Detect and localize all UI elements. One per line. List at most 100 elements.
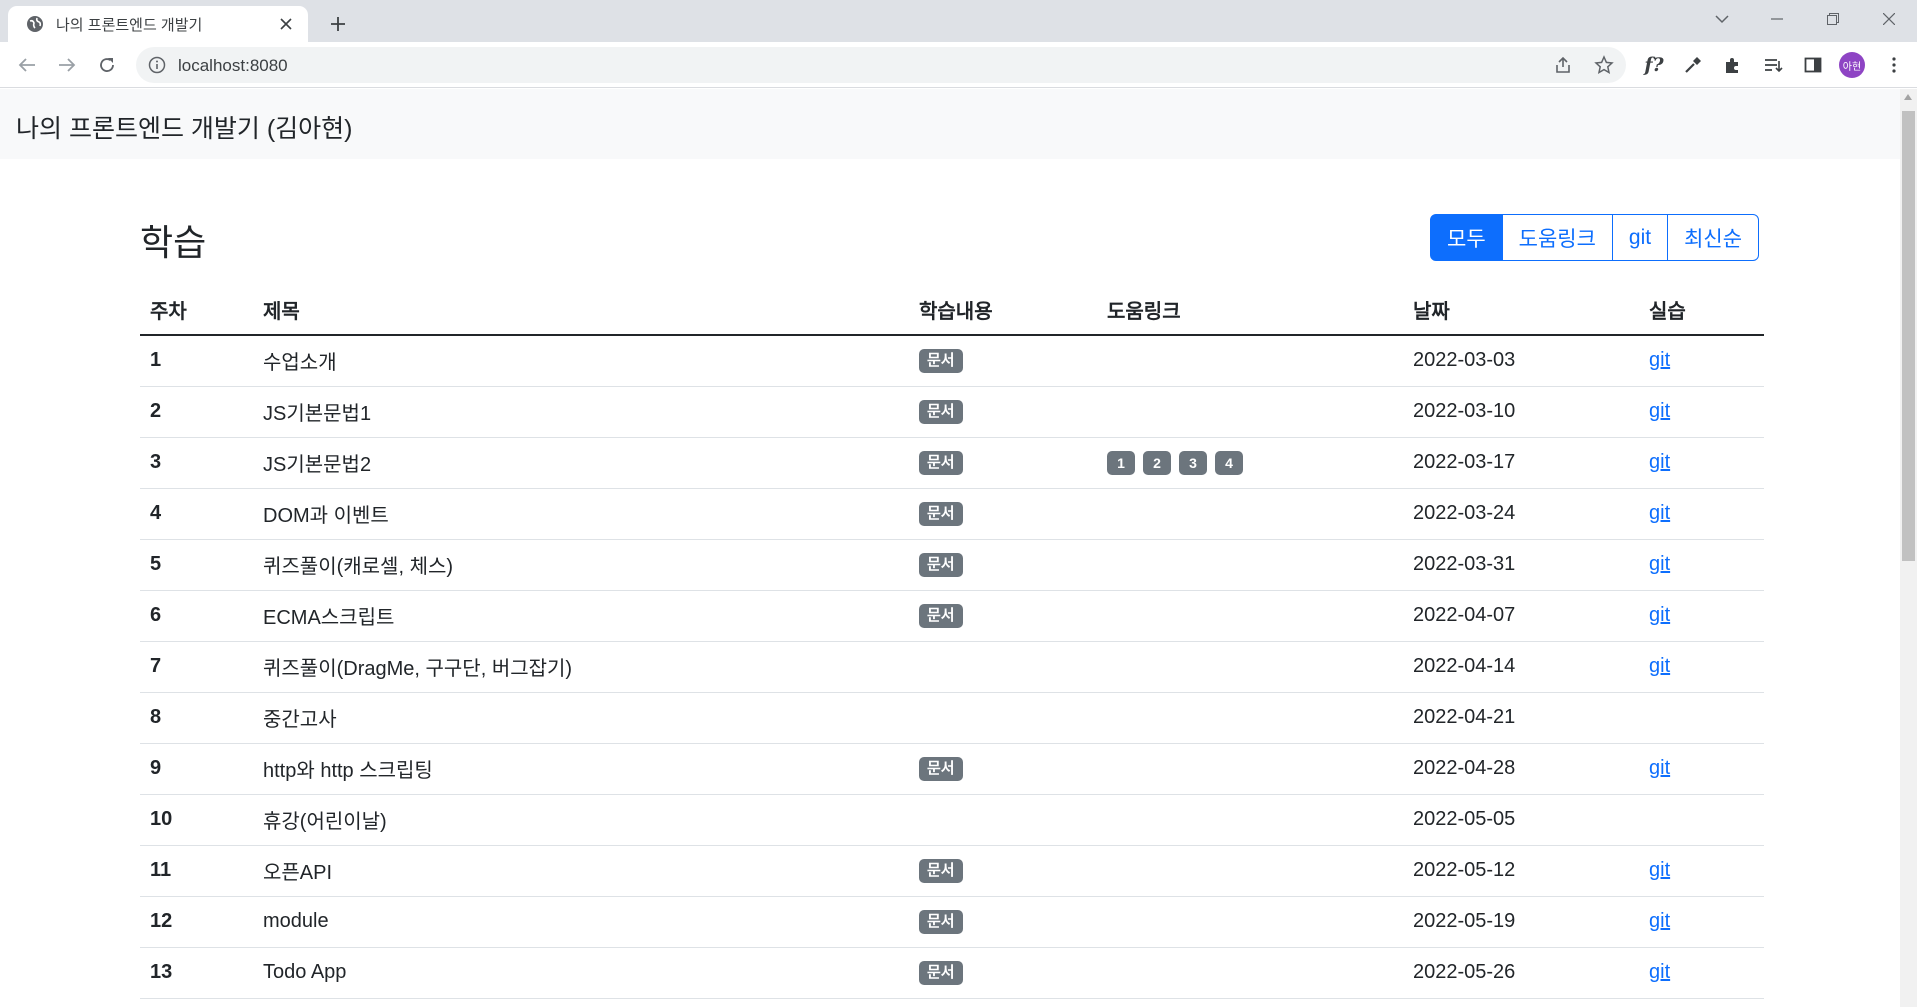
minimize-button[interactable]: [1755, 6, 1799, 32]
side-panel-icon[interactable]: [1799, 51, 1827, 79]
practice-cell: git: [1639, 641, 1764, 693]
eyedropper-icon[interactable]: [1679, 51, 1707, 79]
forward-arrow-icon[interactable]: [52, 50, 82, 80]
document-badge[interactable]: 문서: [919, 757, 963, 781]
title-cell: 휴강(어린이날): [253, 794, 909, 846]
week-cell: 10: [140, 794, 253, 846]
document-badge[interactable]: 문서: [919, 553, 963, 577]
title-cell: JS기본문법1: [253, 386, 909, 438]
practice-cell: git: [1639, 386, 1764, 438]
content-cell: 문서: [909, 539, 1097, 591]
git-link[interactable]: git: [1649, 400, 1670, 422]
extensions-puzzle-icon[interactable]: [1719, 51, 1747, 79]
week-cell: 8: [140, 692, 253, 744]
back-arrow-icon[interactable]: [12, 50, 42, 80]
filter-all-button[interactable]: 모두: [1430, 214, 1503, 261]
document-badge[interactable]: 문서: [919, 451, 963, 475]
title-cell: ECMA스크립트: [253, 590, 909, 642]
filter-links-button[interactable]: 도움링크: [1501, 214, 1613, 261]
links-cell: [1097, 743, 1403, 795]
help-link-badge[interactable]: 2: [1143, 450, 1171, 475]
week-cell: 3: [140, 437, 253, 489]
document-badge[interactable]: 문서: [919, 349, 963, 374]
table-row: 2 JS기본문법1 문서 2022-03-10 git: [140, 386, 1764, 438]
table-row: 9 http와 http 스크립팅 문서 2022-04-28 git: [140, 743, 1764, 795]
links-cell: [1097, 896, 1403, 948]
links-cell: [1097, 386, 1403, 438]
document-badge[interactable]: 문서: [919, 910, 963, 934]
url-text: localhost:8080: [178, 56, 288, 75]
reload-icon[interactable]: [92, 50, 122, 80]
reading-list-icon[interactable]: [1759, 51, 1787, 79]
address-bar[interactable]: localhost:8080: [136, 47, 1626, 83]
table-row: 6 ECMA스크립트 문서 2022-04-07 git: [140, 590, 1764, 642]
links-cell: [1097, 845, 1403, 897]
document-badge[interactable]: 문서: [919, 400, 963, 424]
tab-title: 나의 프론트엔드 개발기: [56, 16, 203, 34]
week-cell: 2: [140, 386, 253, 438]
title-cell: 수업소개: [253, 335, 909, 387]
browser-tab[interactable]: 나의 프론트엔드 개발기: [8, 6, 308, 42]
content-cell: 문서: [909, 386, 1097, 438]
new-tab-button[interactable]: [324, 10, 352, 38]
restore-button[interactable]: [1811, 6, 1855, 32]
tab-search-icon[interactable]: [1700, 6, 1744, 32]
git-link[interactable]: git: [1649, 859, 1670, 881]
document-badge[interactable]: 문서: [919, 961, 963, 985]
date-cell: 2022-03-17: [1403, 437, 1639, 489]
page-title: 학습: [140, 222, 207, 263]
document-badge[interactable]: 문서: [919, 604, 963, 628]
filter-button-group: 모두 도움링크 git 최신순: [1430, 214, 1760, 261]
date-cell: 2022-05-19: [1403, 896, 1639, 948]
content-cell: 문서: [909, 590, 1097, 642]
sort-latest-button[interactable]: 최신순: [1667, 214, 1760, 261]
git-link[interactable]: git: [1649, 451, 1670, 473]
help-link-badge[interactable]: 4: [1215, 450, 1243, 475]
scroll-up-icon[interactable]: [1904, 94, 1912, 100]
table-row: 4 DOM과 이벤트 문서 2022-03-24 git: [140, 488, 1764, 540]
git-link[interactable]: git: [1649, 502, 1670, 524]
close-icon[interactable]: [276, 14, 296, 34]
table-row: 1 수업소개 문서 2022-03-03 git: [140, 335, 1764, 387]
table-row: 7 퀴즈풀이(DragMe, 구구단, 버그잡기) 2022-04-14 git: [140, 641, 1764, 693]
week-cell: 6: [140, 590, 253, 642]
git-link[interactable]: git: [1649, 655, 1670, 677]
content-cell: 문서: [909, 743, 1097, 795]
share-icon[interactable]: [1551, 53, 1575, 77]
browser-tab-strip: 나의 프론트엔드 개발기: [0, 0, 1917, 42]
week-cell: 5: [140, 539, 253, 591]
date-cell: 2022-05-05: [1403, 794, 1639, 846]
git-link[interactable]: git: [1649, 553, 1670, 575]
document-badge[interactable]: 문서: [919, 859, 963, 883]
document-badge[interactable]: 문서: [919, 502, 963, 526]
study-table: 주차 제목 학습내용 도움링크 날짜 실습 1 수업소개 문서 2022-03-03 g…: [140, 285, 1764, 999]
table-row: 5 퀴즈풀이(캐로셀, 체스) 문서 2022-03-31 git: [140, 539, 1764, 591]
practice-cell: [1639, 794, 1764, 846]
profile-avatar[interactable]: 아현: [1839, 52, 1865, 78]
scrollbar-thumb[interactable]: [1902, 111, 1915, 561]
filter-git-button[interactable]: git: [1611, 214, 1669, 261]
close-window-button[interactable]: [1867, 6, 1911, 32]
help-link-badge[interactable]: 1: [1107, 450, 1135, 475]
git-link[interactable]: git: [1649, 961, 1670, 983]
kebab-menu-icon[interactable]: [1880, 51, 1908, 79]
page-scrollbar[interactable]: [1900, 89, 1917, 1007]
links-cell: [1097, 539, 1403, 591]
git-link[interactable]: git: [1649, 349, 1670, 371]
navbar-brand[interactable]: 나의 프론트엔드 개발기 (김아현): [16, 109, 353, 145]
date-cell: 2022-03-10: [1403, 386, 1639, 438]
git-link[interactable]: git: [1649, 910, 1670, 932]
help-link-badge[interactable]: 3: [1179, 450, 1207, 475]
practice-cell: git: [1639, 335, 1764, 387]
content-cell: 문서: [909, 947, 1097, 999]
title-cell: DOM과 이벤트: [253, 488, 909, 540]
extension-font-icon[interactable]: f?: [1640, 51, 1668, 79]
column-header-practice: 실습: [1639, 285, 1764, 336]
column-header-date: 날짜: [1403, 285, 1639, 336]
content-cell: 문서: [909, 845, 1097, 897]
git-link[interactable]: git: [1649, 604, 1670, 626]
git-link[interactable]: git: [1649, 757, 1670, 779]
title-cell: JS기본문법2: [253, 437, 909, 489]
bookmark-star-icon[interactable]: [1592, 53, 1616, 77]
info-icon[interactable]: [148, 56, 166, 74]
